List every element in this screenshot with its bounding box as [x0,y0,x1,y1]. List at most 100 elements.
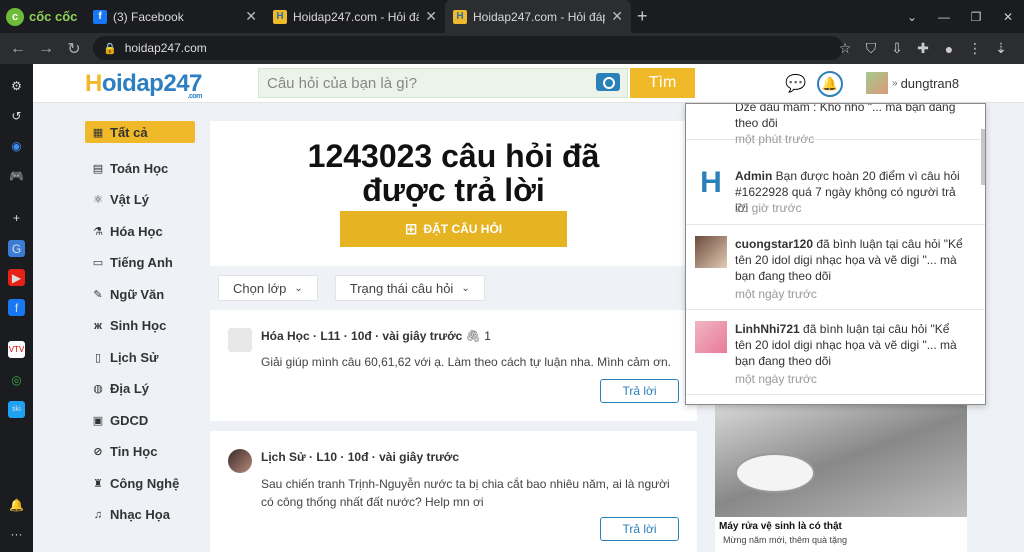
close-tab-icon[interactable]: ✕ [425,8,437,25]
notification-item[interactable]: H Admin Bạn được hoàn 20 điểm vì câu hỏi… [686,154,985,225]
category-all[interactable]: ▦ Tất cả [85,121,195,143]
category-math[interactable]: ▤ Toán Học [85,153,195,185]
category-technology[interactable]: ♜ Công Nghệ [85,468,195,500]
category-chemistry[interactable]: ⚗ Hóa Học [85,216,195,248]
game-controller-icon[interactable]: 🎮 [8,167,25,184]
url-field[interactable]: 🔒 hoidap247.com [93,36,843,60]
tiki-icon[interactable]: tiki [8,401,25,418]
computer-icon: ⊘ [93,446,103,459]
user-menu[interactable]: » dungtran8 [866,72,959,94]
downloads-bar-icon[interactable]: ⇣ [988,40,1014,57]
category-music-art[interactable]: ♫ Nhạc Họa [85,499,195,531]
chevron-down-icon: ⌄ [294,282,303,294]
youtube-icon[interactable]: ▶ [8,269,25,286]
tab-search-icon[interactable]: ⌄ [896,0,928,33]
more-dots-icon[interactable]: ··· [8,525,25,542]
add-sidebar-app-icon[interactable]: + [8,209,25,226]
keyboard-icon: ▭ [92,257,104,270]
messenger-icon[interactable]: ◉ [8,137,25,154]
back-icon[interactable]: ← [4,40,32,58]
question-text[interactable]: Sau chiến tranh Trịnh-Nguyễn nước ta bị … [261,475,671,511]
hoidap-logo-icon: H [700,166,722,199]
avatar [228,449,252,473]
category-civics[interactable]: ▣ GDCD [85,405,195,437]
search-input[interactable]: Câu hỏi của bạn là gì? [258,68,628,98]
restore-icon[interactable]: ❐ [960,0,992,33]
category-informatics[interactable]: ⊘ Tin Học [85,436,195,468]
ad-title: Máy rửa vệ sinh là có thật [719,521,842,532]
chat-icon[interactable]: 💬 [785,73,807,95]
notification-bell-icon[interactable]: 🔔 [8,496,25,513]
category-physics[interactable]: ⚛ Vật Lý [85,184,195,216]
tab-title: (3) Facebook [113,9,184,24]
ad-banner[interactable]: Máy rửa vệ sinh là có thật Mừng năm mới,… [715,403,967,552]
shield-extension-icon[interactable]: ⛉ [858,40,884,57]
hero-title: 1243023 câu hỏi đã được trả lời [307,138,600,208]
category-biology[interactable]: ж Sinh Học [85,310,195,342]
facebook-icon[interactable]: f [8,299,25,316]
minimize-icon[interactable]: — [928,0,960,33]
tab-title: Hoidap247.com - Hỏi đáp bài [293,9,420,24]
bell-icon[interactable]: 🔔 [817,71,843,97]
category-geography[interactable]: ◍ Địa Lý [85,373,195,405]
translate-icon[interactable]: G [8,240,25,257]
flask-icon: ⚗ [93,225,103,238]
notification-dropdown: Dze đầu mâm : Khò nhò "... mà bạn đang t… [685,103,986,405]
reply-button[interactable]: Trả lời [600,517,679,541]
download-icon[interactable]: ⇩ [884,40,910,57]
menu-dots-icon[interactable]: ⋮ [962,40,988,57]
avatar [695,236,727,268]
question-card: Lịch Sử · L10 · 10đ · vài giây trước Sau… [210,431,697,552]
close-tab-icon[interactable]: ✕ [245,8,257,25]
forward-icon[interactable]: → [32,40,60,58]
book-icon: ▯ [94,351,102,364]
tab-hoidap-1[interactable]: H Hoidap247.com - Hỏi đáp bài ✕ [265,0,445,33]
profile-icon[interactable]: ● [936,41,962,57]
search-button[interactable]: Tìm [630,68,695,98]
ask-question-button[interactable]: ⊞ ĐẶT CÂU HỎI [340,211,567,247]
status-select[interactable]: Trạng thái câu hỏi ⌄ [334,275,485,301]
facebook-favicon-icon: f [93,9,107,24]
tab-hoidap-2[interactable]: H Hoidap247.com - Hỏi đáp bài ✕ [445,0,631,33]
category-history[interactable]: ▯ Lịch Sử [85,342,195,374]
settings-gear-icon[interactable]: ⚙ [8,77,25,94]
category-literature[interactable]: ✎ Ngữ Văn [85,279,195,311]
browser-brand[interactable]: c cốc cốc [0,0,85,33]
question-meta: Lịch Sử · L10 · 10đ · vài giây trước [261,450,460,464]
close-window-icon[interactable]: ✕ [992,0,1024,33]
reload-icon[interactable]: ↻ [60,39,88,59]
grid-icon: ▦ [92,126,104,139]
notification-item[interactable]: cuongstar120 đã bình luận tại câu hỏi "K… [686,225,985,310]
math-icon: ▤ [92,162,104,175]
chevron-down-icon: » [892,77,898,89]
grade-select[interactable]: Chọn lớp ⌄ [218,275,318,301]
camera-search-icon[interactable] [596,73,620,91]
attachment-icon: 🖇 [465,329,481,343]
extensions-puzzle-icon[interactable]: ✚ [910,40,936,57]
close-tab-icon[interactable]: ✕ [611,8,623,25]
notification-item[interactable]: Dze đầu mâm : Khò nhò "... mà bạn đang t… [686,104,985,146]
bookmark-star-icon[interactable]: ☆ [832,40,858,57]
notification-item[interactable]: LinhNhi721 đã bình luận tại câu hỏi "Kể … [686,310,985,395]
pen-icon: ✎ [93,288,103,301]
app-green-icon[interactable]: ◎ [8,371,25,388]
tab-title: Hoidap247.com - Hỏi đáp bài [473,9,605,24]
search-placeholder: Câu hỏi của bạn là gì? [267,74,418,92]
site-logo[interactable]: Hoidap247 .com [85,70,202,100]
tab-facebook[interactable]: f (3) Facebook ✕ [85,0,265,33]
history-icon[interactable]: ↺ [8,107,25,124]
vtv-icon[interactable]: VTV [8,341,25,358]
chevron-down-icon: ⌄ [461,282,470,294]
lock-icon: 🔒 [103,42,117,55]
category-english[interactable]: ▭ Tiếng Anh [85,247,195,279]
coccoc-logo-icon: c [6,7,24,26]
scrollbar[interactable] [981,129,985,185]
new-tab-icon[interactable]: + [637,0,648,33]
category-list: ▦ Tất cả ▤ Toán Học ⚛ Vật Lý ⚗ Hóa Học ▭ Tiến… [85,121,195,531]
question-text[interactable]: Giải giúp mình câu 60,61,62 với ạ. Làm t… [261,353,671,371]
reply-button[interactable]: Trả lời [600,379,679,403]
ad-image [715,403,967,517]
dna-icon: ж [94,319,102,332]
ask-question-icon: ⊞ [404,221,418,238]
hoidap-favicon-icon: H [273,9,287,24]
